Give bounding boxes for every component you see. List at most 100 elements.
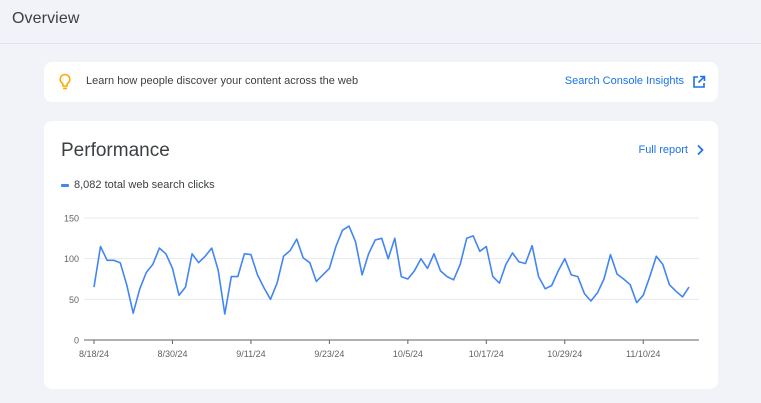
data-point xyxy=(412,268,417,273)
data-point xyxy=(150,262,155,267)
data-point xyxy=(399,274,404,279)
data-point xyxy=(628,282,633,287)
data-point xyxy=(281,254,286,259)
search-console-insights-link[interactable]: Search Console Insights xyxy=(565,75,684,87)
data-point xyxy=(111,258,116,263)
x-tick-label: 10/17/24 xyxy=(469,349,504,359)
data-point xyxy=(170,266,175,271)
data-point xyxy=(157,246,162,251)
data-point xyxy=(602,277,607,282)
data-point xyxy=(490,274,495,279)
data-point xyxy=(464,236,469,241)
data-point xyxy=(523,261,528,266)
data-point xyxy=(582,291,587,296)
data-point xyxy=(641,293,646,298)
data-point xyxy=(314,279,319,284)
data-point xyxy=(484,244,489,249)
data-point xyxy=(510,250,515,255)
data-point xyxy=(255,272,260,277)
data-point xyxy=(530,243,535,248)
open-in-new-icon[interactable] xyxy=(692,75,706,89)
data-point xyxy=(92,285,97,290)
data-point xyxy=(347,224,352,229)
data-point xyxy=(209,246,214,251)
data-point xyxy=(477,249,482,254)
data-point xyxy=(301,255,306,260)
performance-card: Performance Full report 8,082 total web … xyxy=(44,121,718,389)
clicks-line-chart: 0 50 100 150 8/18/24 8/30/24 9/11/24 9/23/24 10/… xyxy=(64,214,699,359)
data-point xyxy=(203,254,208,259)
data-point xyxy=(425,266,430,271)
x-tick-label: 10/5/24 xyxy=(393,349,423,359)
data-point xyxy=(667,282,672,287)
data-point xyxy=(262,285,267,290)
data-point xyxy=(556,268,561,273)
data-point xyxy=(615,272,620,277)
x-tick-label: 8/30/24 xyxy=(157,349,187,359)
data-point xyxy=(105,258,110,263)
data-point xyxy=(503,262,508,267)
data-point xyxy=(183,285,188,290)
insights-message: Learn how people discover your content a… xyxy=(86,75,359,87)
data-point xyxy=(562,256,567,261)
clicks-series-line xyxy=(93,225,690,315)
data-point xyxy=(445,274,450,279)
data-point xyxy=(229,274,234,279)
data-point xyxy=(275,281,280,286)
y-tick-label: 100 xyxy=(64,254,79,264)
page-title: Overview xyxy=(12,10,80,27)
data-point xyxy=(333,244,338,249)
data-point xyxy=(517,259,522,264)
x-tick-label: 8/18/24 xyxy=(79,349,109,359)
data-point xyxy=(549,283,554,288)
data-point xyxy=(471,233,476,238)
insights-card: Learn how people discover your content a… xyxy=(44,62,718,102)
data-point xyxy=(222,311,227,316)
data-point xyxy=(634,300,639,305)
data-point xyxy=(137,286,142,291)
y-tick-label: 0 xyxy=(74,336,79,346)
x-tick-label: 9/23/24 xyxy=(314,349,344,359)
data-point xyxy=(320,272,325,277)
data-point xyxy=(288,248,293,253)
overview-header: Overview xyxy=(0,0,761,44)
data-point xyxy=(177,293,182,298)
data-point xyxy=(418,256,423,261)
data-point xyxy=(595,290,600,295)
data-point xyxy=(366,251,371,256)
data-point xyxy=(307,260,312,265)
data-point xyxy=(373,237,378,242)
data-point xyxy=(268,297,273,302)
data-point xyxy=(621,277,626,282)
data-point xyxy=(687,285,692,290)
data-point xyxy=(235,274,240,279)
data-point xyxy=(451,277,456,282)
data-point xyxy=(353,239,358,244)
data-point xyxy=(536,274,541,279)
data-point xyxy=(340,228,345,233)
data-point xyxy=(196,260,201,265)
data-point xyxy=(242,251,247,256)
data-point xyxy=(660,262,665,267)
data-point xyxy=(569,272,574,277)
y-tick-label: 150 xyxy=(64,214,79,224)
data-point xyxy=(497,281,502,286)
data-point xyxy=(144,270,149,275)
data-point xyxy=(405,277,410,282)
y-tick-label: 50 xyxy=(69,295,79,305)
x-tick-label: 11/10/24 xyxy=(626,349,660,359)
data-point xyxy=(163,251,168,256)
data-point xyxy=(673,289,678,294)
data-point xyxy=(118,260,123,265)
data-point xyxy=(588,298,593,303)
data-point xyxy=(386,256,391,261)
data-point xyxy=(438,268,443,273)
data-point xyxy=(432,251,437,256)
lightbulb-icon xyxy=(59,73,71,90)
data-point xyxy=(647,274,652,279)
data-point xyxy=(680,294,685,299)
data-point xyxy=(248,252,253,257)
data-point xyxy=(124,282,129,287)
data-point xyxy=(131,311,136,316)
data-point xyxy=(379,236,384,241)
